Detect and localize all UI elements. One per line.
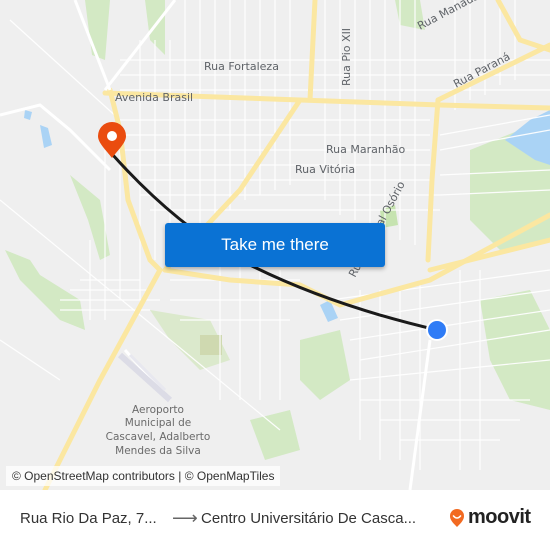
airport-label-line: Aeroporto [132, 404, 184, 416]
moovit-logo: moovit [449, 506, 531, 529]
label-rua-vitoria: Rua Vitória [295, 163, 355, 176]
park-area [250, 410, 300, 460]
moovit-pin-icon [450, 508, 464, 527]
route-footer: Rua Rio Da Paz, 7... ⟶ Centro Universitá… [0, 490, 550, 550]
road-pio-xii [307, 0, 318, 103]
label-rua-pio-xii: Rua Pio XII [340, 28, 353, 86]
label-rua-fortaleza: Rua Fortaleza [204, 60, 279, 73]
map[interactable]: Avenida Brasil Rua Fortaleza Rua Pio XII… [0, 0, 550, 490]
lake [24, 110, 32, 120]
airport-label-line: Cascavel, Adalberto [106, 431, 211, 443]
airport-label-line: Municipal de [125, 417, 191, 429]
origin-label: Rua Rio Da Paz, 7... [20, 510, 157, 527]
label-rua-manaus: Rua Manaus [415, 0, 481, 33]
park-area [85, 0, 110, 60]
road-ne-vertical [495, 0, 550, 53]
road-east-lower [427, 237, 550, 273]
road-central-vertical [425, 97, 441, 263]
airport-label-line: Mendes da Silva [115, 445, 201, 457]
label-avenida-brasil: Avenida Brasil [115, 91, 193, 104]
lake [40, 125, 52, 148]
map-attribution[interactable]: © OpenStreetMap contributors | © OpenMap… [6, 466, 281, 486]
destination-label: Centro Universitário De Casca... [201, 510, 417, 527]
arrow-right-icon: ⟶ [172, 508, 198, 528]
park-area [200, 335, 222, 355]
origin-marker[interactable] [426, 319, 448, 341]
airport-runway [117, 352, 173, 403]
park-area [300, 330, 350, 400]
park-area [480, 290, 550, 410]
moovit-wordmark: moovit [468, 506, 531, 528]
label-rua-maranhao: Rua Maranhão [326, 143, 406, 156]
take-me-there-button[interactable]: Take me there [165, 223, 385, 267]
airport-label: Aeroporto Municipal de Cascavel, Adalber… [106, 404, 211, 457]
